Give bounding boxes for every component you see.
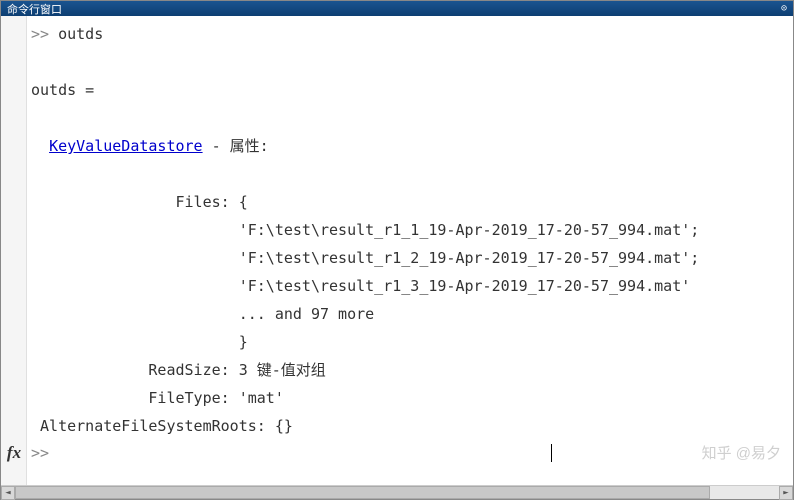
scroll-right-button[interactable]: ► [779,486,793,500]
window-title: 命令行窗口 [7,1,62,17]
file-path-2: 'F:\test\result_r1_2_19-Apr-2019_17-20-5… [239,249,700,267]
altroots-row: AlternateFileSystemRoots: {} [31,417,293,435]
console-output: >> outds outds = KeyValueDatastore - 属性:… [27,16,793,485]
scroll-thumb[interactable] [15,486,710,499]
text-cursor [551,444,552,462]
file-path-1: 'F:\test\result_r1_1_19-Apr-2019_17-20-5… [239,221,700,239]
keyvaluedatastore-link[interactable]: KeyValueDatastore [49,137,203,155]
horizontal-scrollbar[interactable]: ◄ ► [1,485,793,499]
dropdown-icon[interactable]: ⊙ [781,3,787,14]
more-files: ... and 97 more [239,305,374,323]
input-prompt: >> [27,444,49,462]
gutter [1,16,27,485]
readsize-row: ReadSize: 3 键-值对组 [31,361,326,379]
last-command: outds [58,25,103,43]
titlebar: 命令行窗口 ⊙ [1,1,793,16]
filetype-row: FileType: 'mat' [31,389,284,407]
scroll-left-button[interactable]: ◄ [1,486,15,500]
var-echo: outds = [31,81,94,99]
command-input[interactable] [49,444,549,462]
brace-open: { [239,193,248,211]
watermark: 知乎 @易夕 [702,442,781,463]
scroll-track[interactable] [15,486,779,499]
files-label-pad: Files: [31,193,239,211]
fx-icon[interactable]: fx [1,443,27,463]
prompt-symbol: >> [31,25,49,43]
console-area: >> outds outds = KeyValueDatastore - 属性:… [1,16,793,485]
brace-close: } [239,333,248,351]
props-suffix: - 属性: [203,137,269,155]
command-input-row: fx >> [1,439,552,467]
file-path-3: 'F:\test\result_r1_3_19-Apr-2019_17-20-5… [239,277,691,295]
